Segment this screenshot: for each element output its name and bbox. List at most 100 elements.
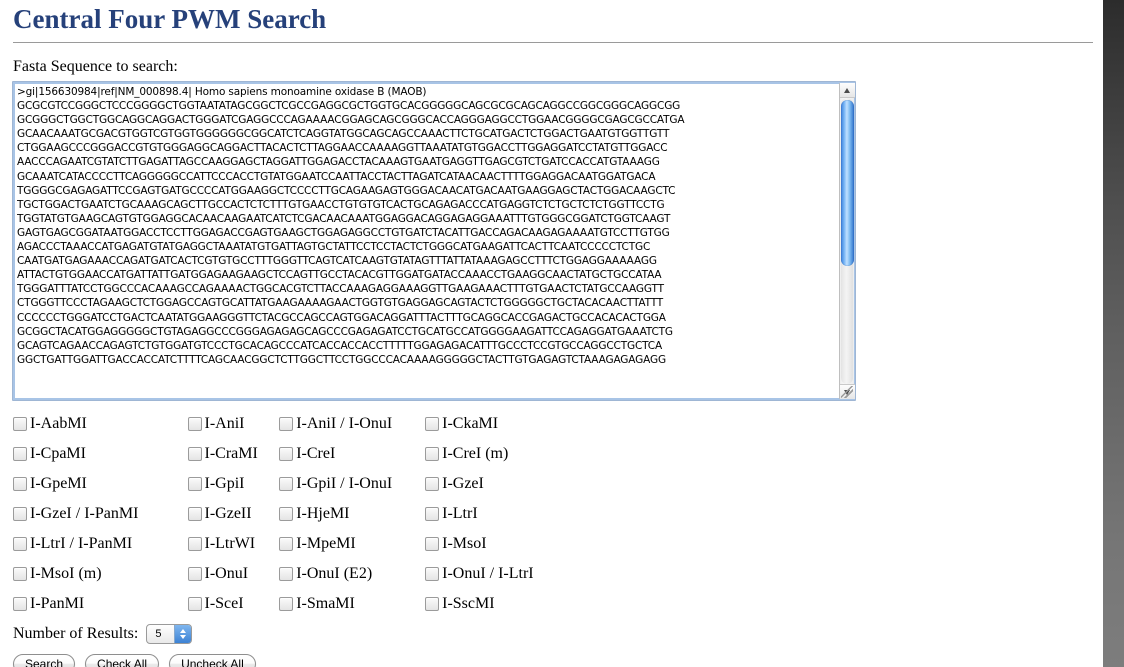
checkbox-box-icon[interactable] (13, 597, 27, 611)
checkbox-label: I-MsoI (m) (30, 565, 102, 582)
checkbox-label: I-CraMI (204, 445, 258, 462)
number-of-results-value: 5 (155, 628, 162, 640)
form-button-row: Search Check All Uncheck All (13, 654, 1103, 667)
checkbox-item-i-ltri-i-panmi[interactable]: I-LtrI / I-PanMI (13, 535, 188, 553)
checkbox-label: I-GzeI (442, 475, 484, 492)
checkbox-row: I-PanMI I-SceI I-SmaMI I-SscMI (13, 589, 573, 619)
checkbox-box-icon[interactable] (425, 597, 440, 611)
uncheck-all-button[interactable]: Uncheck All (169, 654, 256, 667)
checkbox-item-i-sscmi[interactable]: I-SscMI (425, 595, 573, 613)
checkbox-row: I-GzeI / I-PanMI I-GzeII I-HjeMI I-LtrI (13, 499, 573, 529)
checkbox-item-i-gpii-i-onui[interactable]: I-GpiI / I-OnuI (279, 475, 425, 493)
checkbox-item-i-ltri[interactable]: I-LtrI (425, 505, 573, 523)
checkbox-item-i-onui-i-ltri[interactable]: I-OnuI / I-LtrI (425, 565, 573, 583)
number-of-results-select[interactable]: 5 (146, 624, 193, 644)
checkbox-box-icon[interactable] (13, 567, 27, 581)
scroll-up-arrow-icon[interactable] (840, 83, 855, 98)
checkbox-box-icon[interactable] (13, 447, 27, 461)
checkbox-box-icon[interactable] (13, 417, 27, 431)
textarea-scrollbar[interactable] (839, 83, 855, 399)
checkbox-box-icon[interactable] (13, 537, 27, 551)
checkbox-box-icon[interactable] (425, 537, 440, 551)
checkbox-label: I-AabMI (30, 415, 87, 432)
checkbox-item-i-gpii[interactable]: I-GpiI (187, 475, 280, 493)
checkbox-label: I-CreI (296, 445, 336, 462)
checkbox-item-i-ckami[interactable]: I-CkaMI (425, 415, 573, 433)
checkbox-item-i-onui[interactable]: I-OnuI (187, 565, 280, 583)
checkbox-item-i-crami[interactable]: I-CraMI (187, 445, 280, 463)
checkbox-item-i-mpemi[interactable]: I-MpeMI (279, 535, 425, 553)
checkbox-item-i-aabmi[interactable]: I-AabMI (13, 415, 188, 433)
checkbox-box-icon[interactable] (279, 567, 294, 581)
checkbox-label: I-HjeMI (296, 505, 350, 522)
checkbox-label: I-SscMI (442, 595, 495, 612)
checkbox-item-i-msoi-m[interactable]: I-MsoI (m) (13, 565, 188, 583)
checkbox-label: I-MpeMI (296, 535, 356, 552)
checkbox-label: I-MsoI (442, 535, 487, 552)
checkbox-label: I-LtrI / I-PanMI (30, 535, 133, 552)
checkbox-item-i-hjemi[interactable]: I-HjeMI (279, 505, 425, 523)
check-all-button[interactable]: Check All (85, 654, 160, 667)
checkbox-item-i-smami[interactable]: I-SmaMI (279, 595, 425, 613)
checkbox-item-i-scei[interactable]: I-SceI (187, 595, 280, 613)
page-content: Central Four PWM Search Fasta Sequence t… (0, 0, 1103, 667)
checkbox-item-i-anii[interactable]: I-AniI (187, 415, 280, 433)
checkbox-label: I-SceI (204, 595, 244, 612)
checkbox-box-icon[interactable] (425, 507, 440, 521)
checkbox-box-icon[interactable] (425, 447, 440, 461)
checkbox-label: I-CkaMI (442, 415, 499, 432)
checkbox-box-icon[interactable] (425, 567, 440, 581)
checkbox-box-icon[interactable] (187, 417, 202, 431)
checkbox-box-icon[interactable] (279, 537, 294, 551)
checkbox-label: I-GpiI (204, 475, 245, 492)
checkbox-item-i-msoi[interactable]: I-MsoI (425, 535, 573, 553)
checkbox-item-i-onui-e2[interactable]: I-OnuI (E2) (279, 565, 425, 583)
checkbox-label: I-OnuI (E2) (296, 565, 373, 582)
checkbox-label: I-LtrI (442, 505, 478, 522)
checkbox-box-icon[interactable] (425, 417, 440, 431)
checkbox-box-icon[interactable] (279, 447, 294, 461)
search-button[interactable]: Search (13, 654, 76, 667)
checkbox-box-icon[interactable] (13, 507, 27, 521)
checkbox-item-i-gzeii[interactable]: I-GzeII (187, 505, 280, 523)
checkbox-label: I-GpiI / I-OnuI (296, 475, 393, 492)
checkbox-item-i-gzei[interactable]: I-GzeI (425, 475, 573, 493)
scrollbar-thumb[interactable] (841, 100, 854, 266)
checkbox-item-i-ltrwi[interactable]: I-LtrWI (187, 535, 280, 553)
checkbox-box-icon[interactable] (13, 477, 27, 491)
checkbox-item-i-gzei-i-panmi[interactable]: I-GzeI / I-PanMI (13, 505, 188, 523)
checkbox-box-icon[interactable] (187, 597, 202, 611)
textarea-resize-grip-icon[interactable] (841, 386, 853, 398)
checkbox-label: I-GpeMI (30, 475, 87, 492)
page-title: Central Four PWM Search (13, 4, 327, 34)
checkbox-item-i-panmi[interactable]: I-PanMI (13, 595, 188, 613)
stepper-arrows-icon[interactable] (174, 625, 192, 643)
checkbox-box-icon[interactable] (279, 507, 294, 521)
checkbox-row: I-CpaMI I-CraMI I-CreI I-CreI (m) (13, 439, 573, 469)
checkbox-box-icon[interactable] (187, 477, 202, 491)
checkbox-item-i-cpami[interactable]: I-CpaMI (13, 445, 188, 463)
checkbox-box-icon[interactable] (187, 537, 202, 551)
enzyme-checkbox-grid: I-AabMI I-AniI I-AniI / I-OnuI I-CkaMI I… (13, 409, 573, 619)
checkbox-item-i-gpemi[interactable]: I-GpeMI (13, 475, 188, 493)
number-of-results-row: Number of Results: 5 (13, 621, 1103, 647)
checkbox-box-icon[interactable] (279, 597, 294, 611)
checkbox-item-i-anii-i-onui[interactable]: I-AniI / I-OnuI (279, 415, 425, 433)
fasta-sequence-label: Fasta Sequence to search: (13, 58, 178, 75)
checkbox-label: I-CreI (m) (442, 445, 509, 462)
checkbox-box-icon[interactable] (425, 477, 440, 491)
checkbox-label: I-SmaMI (296, 595, 355, 612)
checkbox-row: I-MsoI (m) I-OnuI I-OnuI (E2) I-OnuI / I… (13, 559, 573, 589)
checkbox-box-icon[interactable] (187, 567, 202, 581)
checkbox-box-icon[interactable] (187, 507, 202, 521)
checkbox-row: I-GpeMI I-GpiI I-GpiI / I-OnuI I-GzeI (13, 469, 573, 499)
checkbox-item-i-crei[interactable]: I-CreI (279, 445, 425, 463)
checkbox-box-icon[interactable] (279, 417, 294, 431)
checkbox-box-icon[interactable] (279, 477, 294, 491)
checkbox-item-i-crei-m[interactable]: I-CreI (m) (425, 445, 573, 463)
fasta-sequence-container[interactable] (12, 81, 856, 401)
checkbox-label: I-GzeII (204, 505, 252, 522)
checkbox-box-icon[interactable] (187, 447, 202, 461)
fasta-sequence-input[interactable] (17, 85, 835, 397)
checkbox-label: I-OnuI (204, 565, 249, 582)
